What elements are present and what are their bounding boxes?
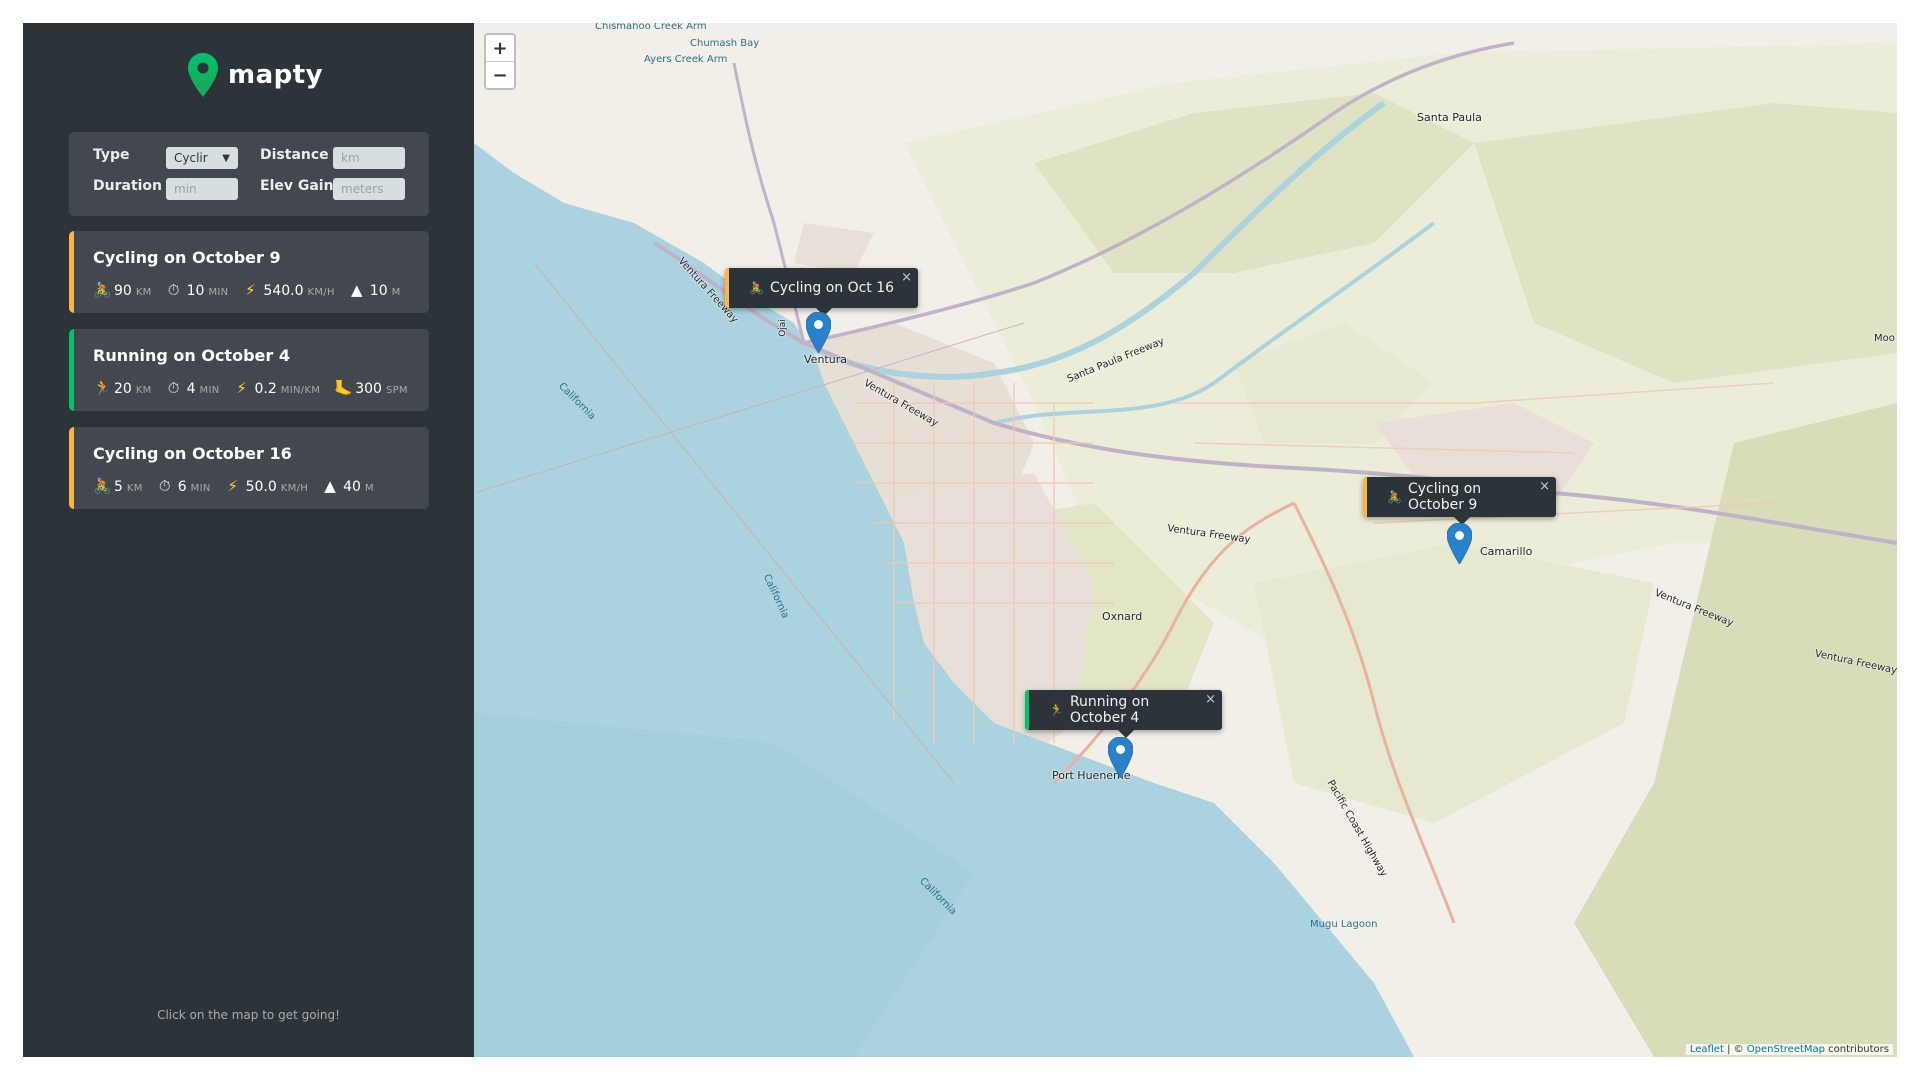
runner-icon: 🏃 — [93, 379, 112, 397]
osm-link[interactable]: OpenStreetMap — [1747, 1044, 1825, 1055]
app-container: mapty Type Cyclir ▼ Distance Duration El… — [23, 23, 1897, 1057]
road-label: Ojai — [777, 319, 788, 337]
duration-value: 10 — [186, 283, 205, 299]
place-label: Ayers Creek Arm — [644, 54, 728, 65]
elevation-unit: M — [364, 483, 374, 494]
lightning-icon: ⚡ — [236, 379, 247, 397]
speed-unit: KM/H — [280, 483, 309, 494]
map-attribution: Leaflet | © OpenStreetMap contributors — [1685, 1044, 1893, 1055]
cadence-value: 300 — [355, 381, 382, 397]
close-icon[interactable]: × — [1205, 692, 1216, 707]
distance-unit: KM — [135, 287, 152, 298]
duration-unit: MIN — [199, 385, 220, 396]
bike-icon: 🚴 — [1387, 490, 1402, 504]
duration-input[interactable] — [166, 178, 238, 200]
lightning-icon: ⚡ — [245, 281, 256, 299]
workout-title: Running on October 4 — [93, 346, 290, 365]
map-pin-icon — [188, 53, 218, 97]
close-icon[interactable]: × — [1539, 479, 1550, 494]
mountain-icon: ▲ — [324, 477, 336, 495]
distance-value: 90 — [114, 283, 132, 299]
zoom-in-button[interactable]: + — [486, 35, 514, 61]
stopwatch-icon: ⏱ — [158, 477, 171, 495]
elev-gain-label: Elev Gain — [260, 178, 334, 194]
zoom-control: + − — [484, 33, 516, 90]
workout-popup[interactable]: 🏃 Running on October 4 × — [1025, 690, 1222, 738]
bike-icon: 🚴 — [93, 281, 112, 299]
type-select[interactable]: Cyclir ▼ — [166, 147, 238, 169]
pace-value: 0.2 — [254, 381, 277, 397]
bike-icon: 🚴 — [749, 281, 764, 295]
duration-unit: MIN — [208, 287, 229, 298]
duration-unit: MIN — [190, 483, 211, 494]
logo: mapty — [187, 50, 323, 100]
map-marker-icon[interactable] — [806, 312, 831, 353]
place-label: Chumash Bay — [690, 38, 760, 49]
popup-text: Cycling on Oct 16 — [769, 280, 895, 296]
place-label: Santa Paula — [1417, 111, 1482, 124]
popup-text: Running on October 4 — [1069, 694, 1150, 726]
mountain-icon: ▲ — [351, 281, 363, 299]
pace-unit: MIN/KM — [280, 385, 321, 396]
map-marker-icon[interactable] — [1447, 523, 1472, 564]
footer-hint: Click on the map to get going! — [157, 1008, 340, 1022]
place-label: Ventura — [804, 353, 847, 366]
place-label: Mugu Lagoon — [1310, 919, 1378, 930]
duration-label: Duration — [93, 178, 163, 194]
speed-unit: KM/H — [307, 287, 335, 298]
runner-icon: 🏃 — [1049, 703, 1064, 717]
place-label: Camarillo — [1480, 545, 1533, 558]
zoom-out-button[interactable]: − — [486, 61, 514, 88]
map-marker-icon[interactable] — [1108, 737, 1133, 778]
close-icon[interactable]: × — [901, 270, 912, 285]
distance-value: 5 — [114, 479, 123, 495]
workout-details: 🏃 20 KM ⏱ 4 MIN ⚡ 0.2 MIN/KM 🦶 300 SPM — [93, 379, 422, 397]
speed-value: 50.0 — [245, 479, 277, 495]
workout-popup[interactable]: 🚴 Cycling on Oct 16 × — [725, 268, 918, 316]
stopwatch-icon: ⏱ — [167, 281, 180, 299]
sidebar: mapty Type Cyclir ▼ Distance Duration El… — [23, 23, 474, 1057]
chevron-down-icon: ▼ — [222, 152, 230, 164]
place-label: Oxnard — [1102, 610, 1143, 623]
distance-label: Distance — [260, 147, 329, 163]
leaflet-link[interactable]: Leaflet — [1690, 1044, 1724, 1055]
map-tiles — [474, 23, 1897, 1057]
type-label: Type — [93, 147, 130, 163]
workout-form: Type Cyclir ▼ Distance Duration Elev Gai… — [69, 132, 429, 216]
elev-gain-input[interactable] — [333, 178, 405, 200]
stopwatch-icon: ⏱ — [167, 379, 180, 397]
elevation-value: 40 — [343, 479, 361, 495]
workout-card[interactable]: Running on October 4 🏃 20 KM ⏱ 4 MIN ⚡ 0.2 MIN… — [69, 329, 429, 411]
workout-card[interactable]: Cycling on October 9 🚴 90 KM ⏱ 10 MIN ⚡ 540.0… — [69, 231, 429, 313]
place-label: Chismahoo Creek Arm — [595, 23, 707, 32]
lightning-icon: ⚡ — [227, 477, 238, 495]
cadence-unit: SPM — [385, 385, 408, 396]
place-label: Moo — [1874, 333, 1895, 344]
workout-details: 🚴 90 KM ⏱ 10 MIN ⚡ 540.0 KM/H ▲ 10 M — [93, 281, 415, 299]
distance-unit: KM — [126, 483, 143, 494]
workout-details: 🚴 5 KM ⏱ 6 MIN ⚡ 50.0 KM/H ▲ 40 M — [93, 477, 388, 495]
workout-popup[interactable]: 🚴 Cycling on October 9 × — [1363, 477, 1556, 525]
attribution-rest: contributors — [1825, 1044, 1889, 1055]
duration-value: 6 — [177, 479, 187, 495]
app-name: mapty — [228, 60, 324, 90]
type-select-value: Cyclir — [174, 151, 208, 165]
distance-value: 20 — [114, 381, 132, 397]
bike-icon: 🚴 — [93, 477, 112, 495]
popup-text: Cycling on October 9 — [1407, 481, 1482, 513]
duration-value: 4 — [186, 381, 196, 397]
elevation-unit: M — [391, 287, 401, 298]
elevation-value: 10 — [369, 283, 388, 299]
speed-value: 540.0 — [263, 283, 304, 299]
workout-card[interactable]: Cycling on October 16 🚴 5 KM ⏱ 6 MIN ⚡ 50.0 KM… — [69, 427, 429, 509]
map[interactable]: + − Ventura Oxnard Camarillo Santa Paula… — [474, 23, 1897, 1057]
attribution-sep: | © — [1723, 1044, 1747, 1055]
footprint-icon: 🦶 — [334, 379, 353, 397]
distance-input[interactable] — [333, 147, 405, 169]
workout-title: Cycling on October 9 — [93, 248, 281, 267]
distance-unit: KM — [135, 385, 152, 396]
workout-title: Cycling on October 16 — [93, 444, 292, 463]
